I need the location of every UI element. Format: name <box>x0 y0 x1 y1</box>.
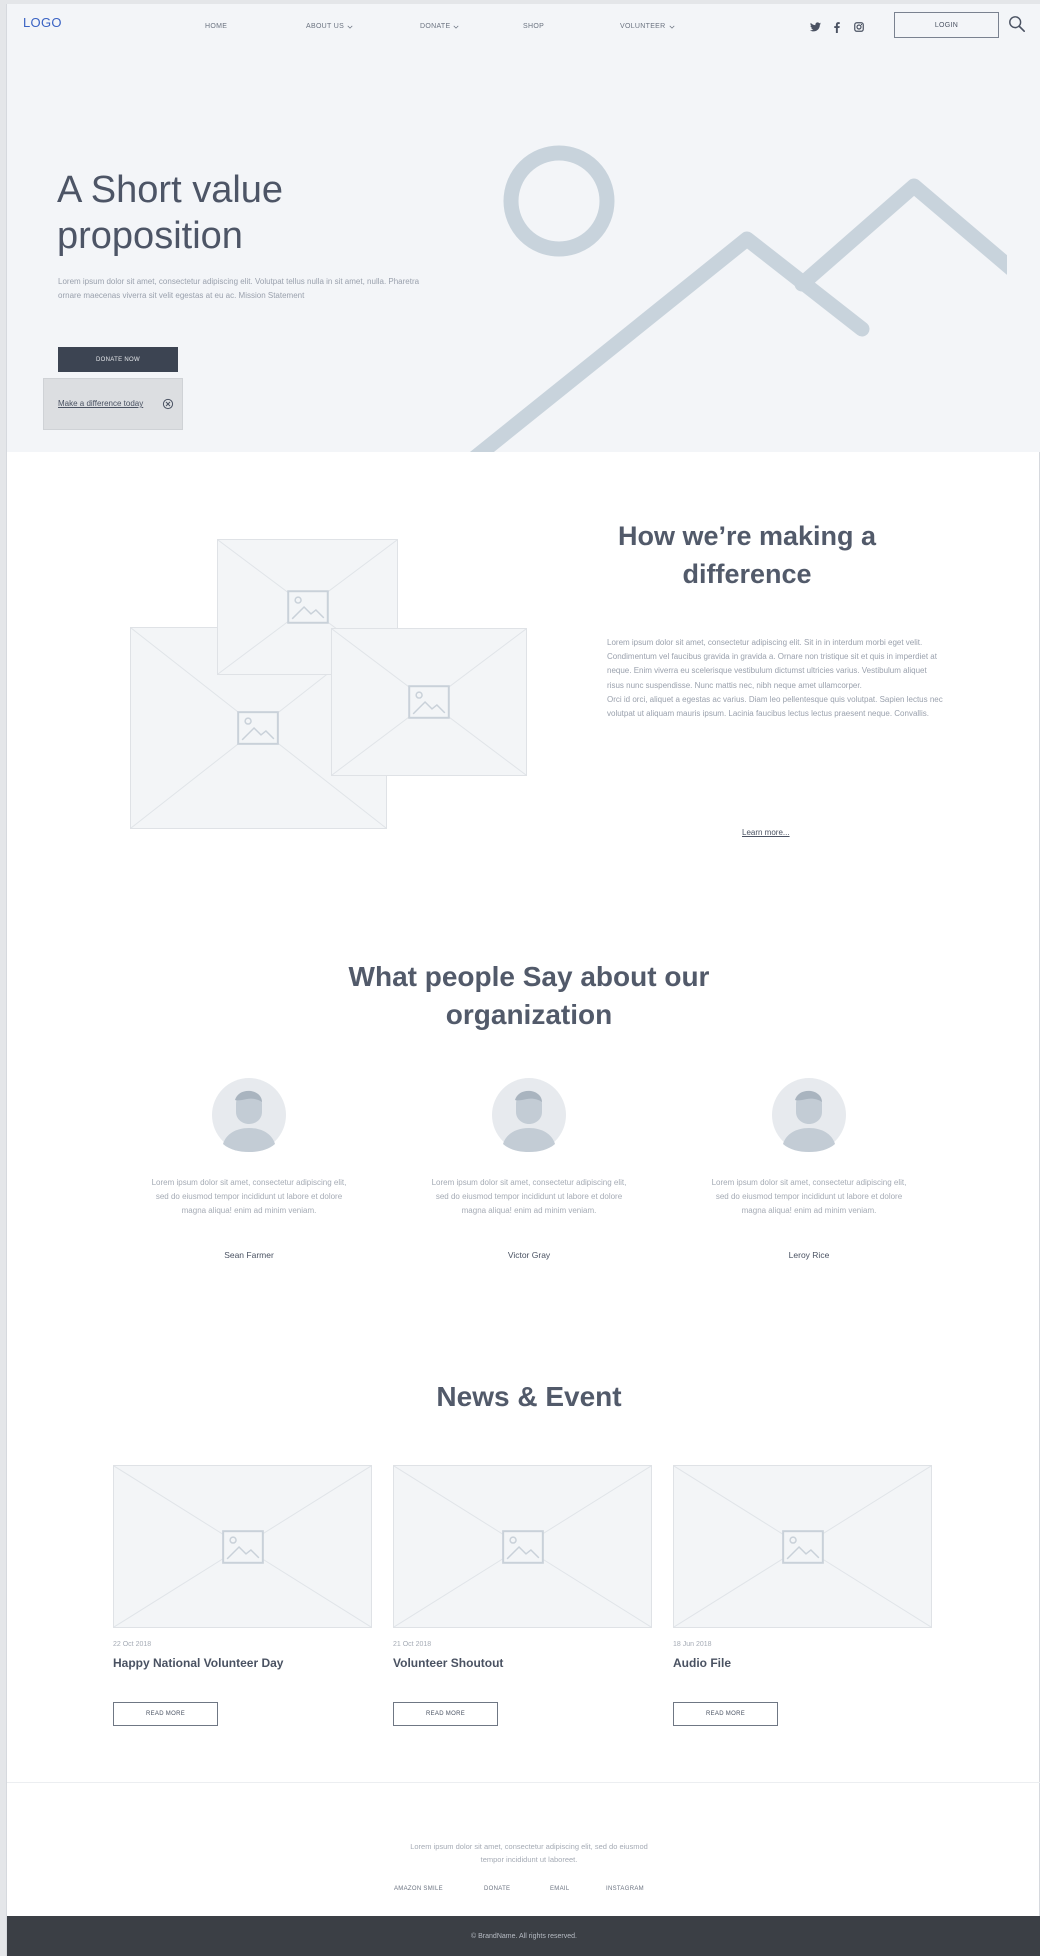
nav-item-home[interactable]: HOME <box>205 23 227 30</box>
make-difference-toast: Make a difference today <box>43 378 183 430</box>
news-card: 22 Oct 2018 Happy National Volunteer Day… <box>113 1465 373 1735</box>
difference-text: Lorem ipsum dolor sit amet, consectetur … <box>607 638 943 719</box>
image-placeholder <box>673 1465 932 1628</box>
footer-link-email[interactable]: EMAIL <box>550 1886 570 1892</box>
nav-item-donate[interactable]: DONATE <box>420 23 459 30</box>
facebook-icon[interactable] <box>830 20 844 34</box>
testimonial-name: Leroy Rice <box>788 1250 830 1260</box>
make-difference-link[interactable]: Make a difference today <box>58 399 143 408</box>
footer-link-amazon-smile[interactable]: AMAZON SMILE <box>394 1886 443 1892</box>
news-title: News & Event <box>436 1381 622 1412</box>
nav-item-label: HOME <box>205 23 228 30</box>
copyright-bar: © BrandName. All rights reserved. <box>7 1916 1040 1956</box>
news-title-text[interactable]: Volunteer Shoutout <box>393 1656 503 1670</box>
chevron-down-icon <box>668 25 675 29</box>
hero-section: LOGO HOME ABOUT US DONATE SHOP VOLUNTEER <box>7 4 1040 452</box>
mountain-image-icon <box>469 145 1007 452</box>
news-card: 21 Oct 2018 Volunteer Shoutout READ MORE <box>393 1465 653 1735</box>
footer-divider <box>7 1782 1040 1783</box>
footer-link-donate[interactable]: DONATE <box>484 1886 510 1892</box>
image-placeholder <box>393 1465 652 1628</box>
news-title-text[interactable]: Happy National Volunteer Day <box>113 1656 283 1670</box>
nav-item-label: VOLUNTEER <box>620 23 666 30</box>
testimonial-quote: Lorem ipsum dolor sit amet, consectetur … <box>151 1178 347 1215</box>
read-more-button[interactable]: READ MORE <box>113 1702 218 1726</box>
testimonial-name: Sean Farmer <box>224 1250 274 1260</box>
news-date: 22 Oct 2018 <box>113 1641 152 1648</box>
avatar <box>492 1078 566 1152</box>
login-button[interactable]: LOGIN <box>894 12 999 38</box>
instagram-icon[interactable] <box>852 20 866 34</box>
chevron-down-icon <box>347 25 353 29</box>
learn-more-link[interactable]: Learn more... <box>742 828 790 837</box>
donate-now-button[interactable]: DONATE NOW <box>58 347 178 372</box>
nav-item-shop[interactable]: SHOP <box>523 23 544 30</box>
read-more-button[interactable]: READ MORE <box>393 1702 498 1726</box>
main-nav: HOME ABOUT US DONATE SHOP VOLUNTEER <box>7 23 1040 37</box>
difference-title: How we’re making a difference <box>617 521 877 589</box>
chevron-down-icon <box>453 25 459 29</box>
read-more-button[interactable]: READ MORE <box>673 1702 778 1726</box>
search-icon[interactable] <box>1008 15 1026 33</box>
news-card: 18 Jun 2018 Audio File READ MORE <box>673 1465 933 1735</box>
hero-title: A Short value proposition <box>57 169 284 257</box>
footer-link-instagram[interactable]: INSTAGRAM <box>606 1886 644 1892</box>
image-placeholder <box>331 628 527 776</box>
nav-item-about-us[interactable]: ABOUT US <box>306 23 353 30</box>
nav-item-volunteer[interactable]: VOLUNTEER <box>620 23 675 30</box>
image-placeholder <box>113 1465 372 1628</box>
testimonial-name: Victor Gray <box>507 1250 551 1260</box>
nav-item-label: ABOUT US <box>306 23 345 30</box>
avatar <box>212 1078 286 1152</box>
news-title-text[interactable]: Audio File <box>673 1656 731 1670</box>
page-frame: LOGO HOME ABOUT US DONATE SHOP VOLUNTEER <box>6 4 1040 1956</box>
twitter-icon[interactable] <box>808 20 822 34</box>
avatar <box>772 1078 846 1152</box>
hero-text: Lorem ipsum dolor sit amet, consectetur … <box>58 277 420 300</box>
testimonials-title: What people Say about our organization <box>348 961 710 1030</box>
testimonial-quote: Lorem ipsum dolor sit amet, consectetur … <box>431 1178 627 1215</box>
close-circle-icon[interactable] <box>162 398 174 410</box>
nav-item-label: DONATE <box>420 23 451 30</box>
nav-item-label: SHOP <box>523 23 545 30</box>
news-date: 21 Oct 2018 <box>393 1641 432 1648</box>
news-date: 18 Jun 2018 <box>673 1641 712 1648</box>
copyright-text: © BrandName. All rights reserved. <box>471 1932 577 1940</box>
testimonial-quote: Lorem ipsum dolor sit amet, consectetur … <box>711 1178 907 1215</box>
footer-text: Lorem ipsum dolor sit amet, consectetur … <box>410 1842 648 1864</box>
